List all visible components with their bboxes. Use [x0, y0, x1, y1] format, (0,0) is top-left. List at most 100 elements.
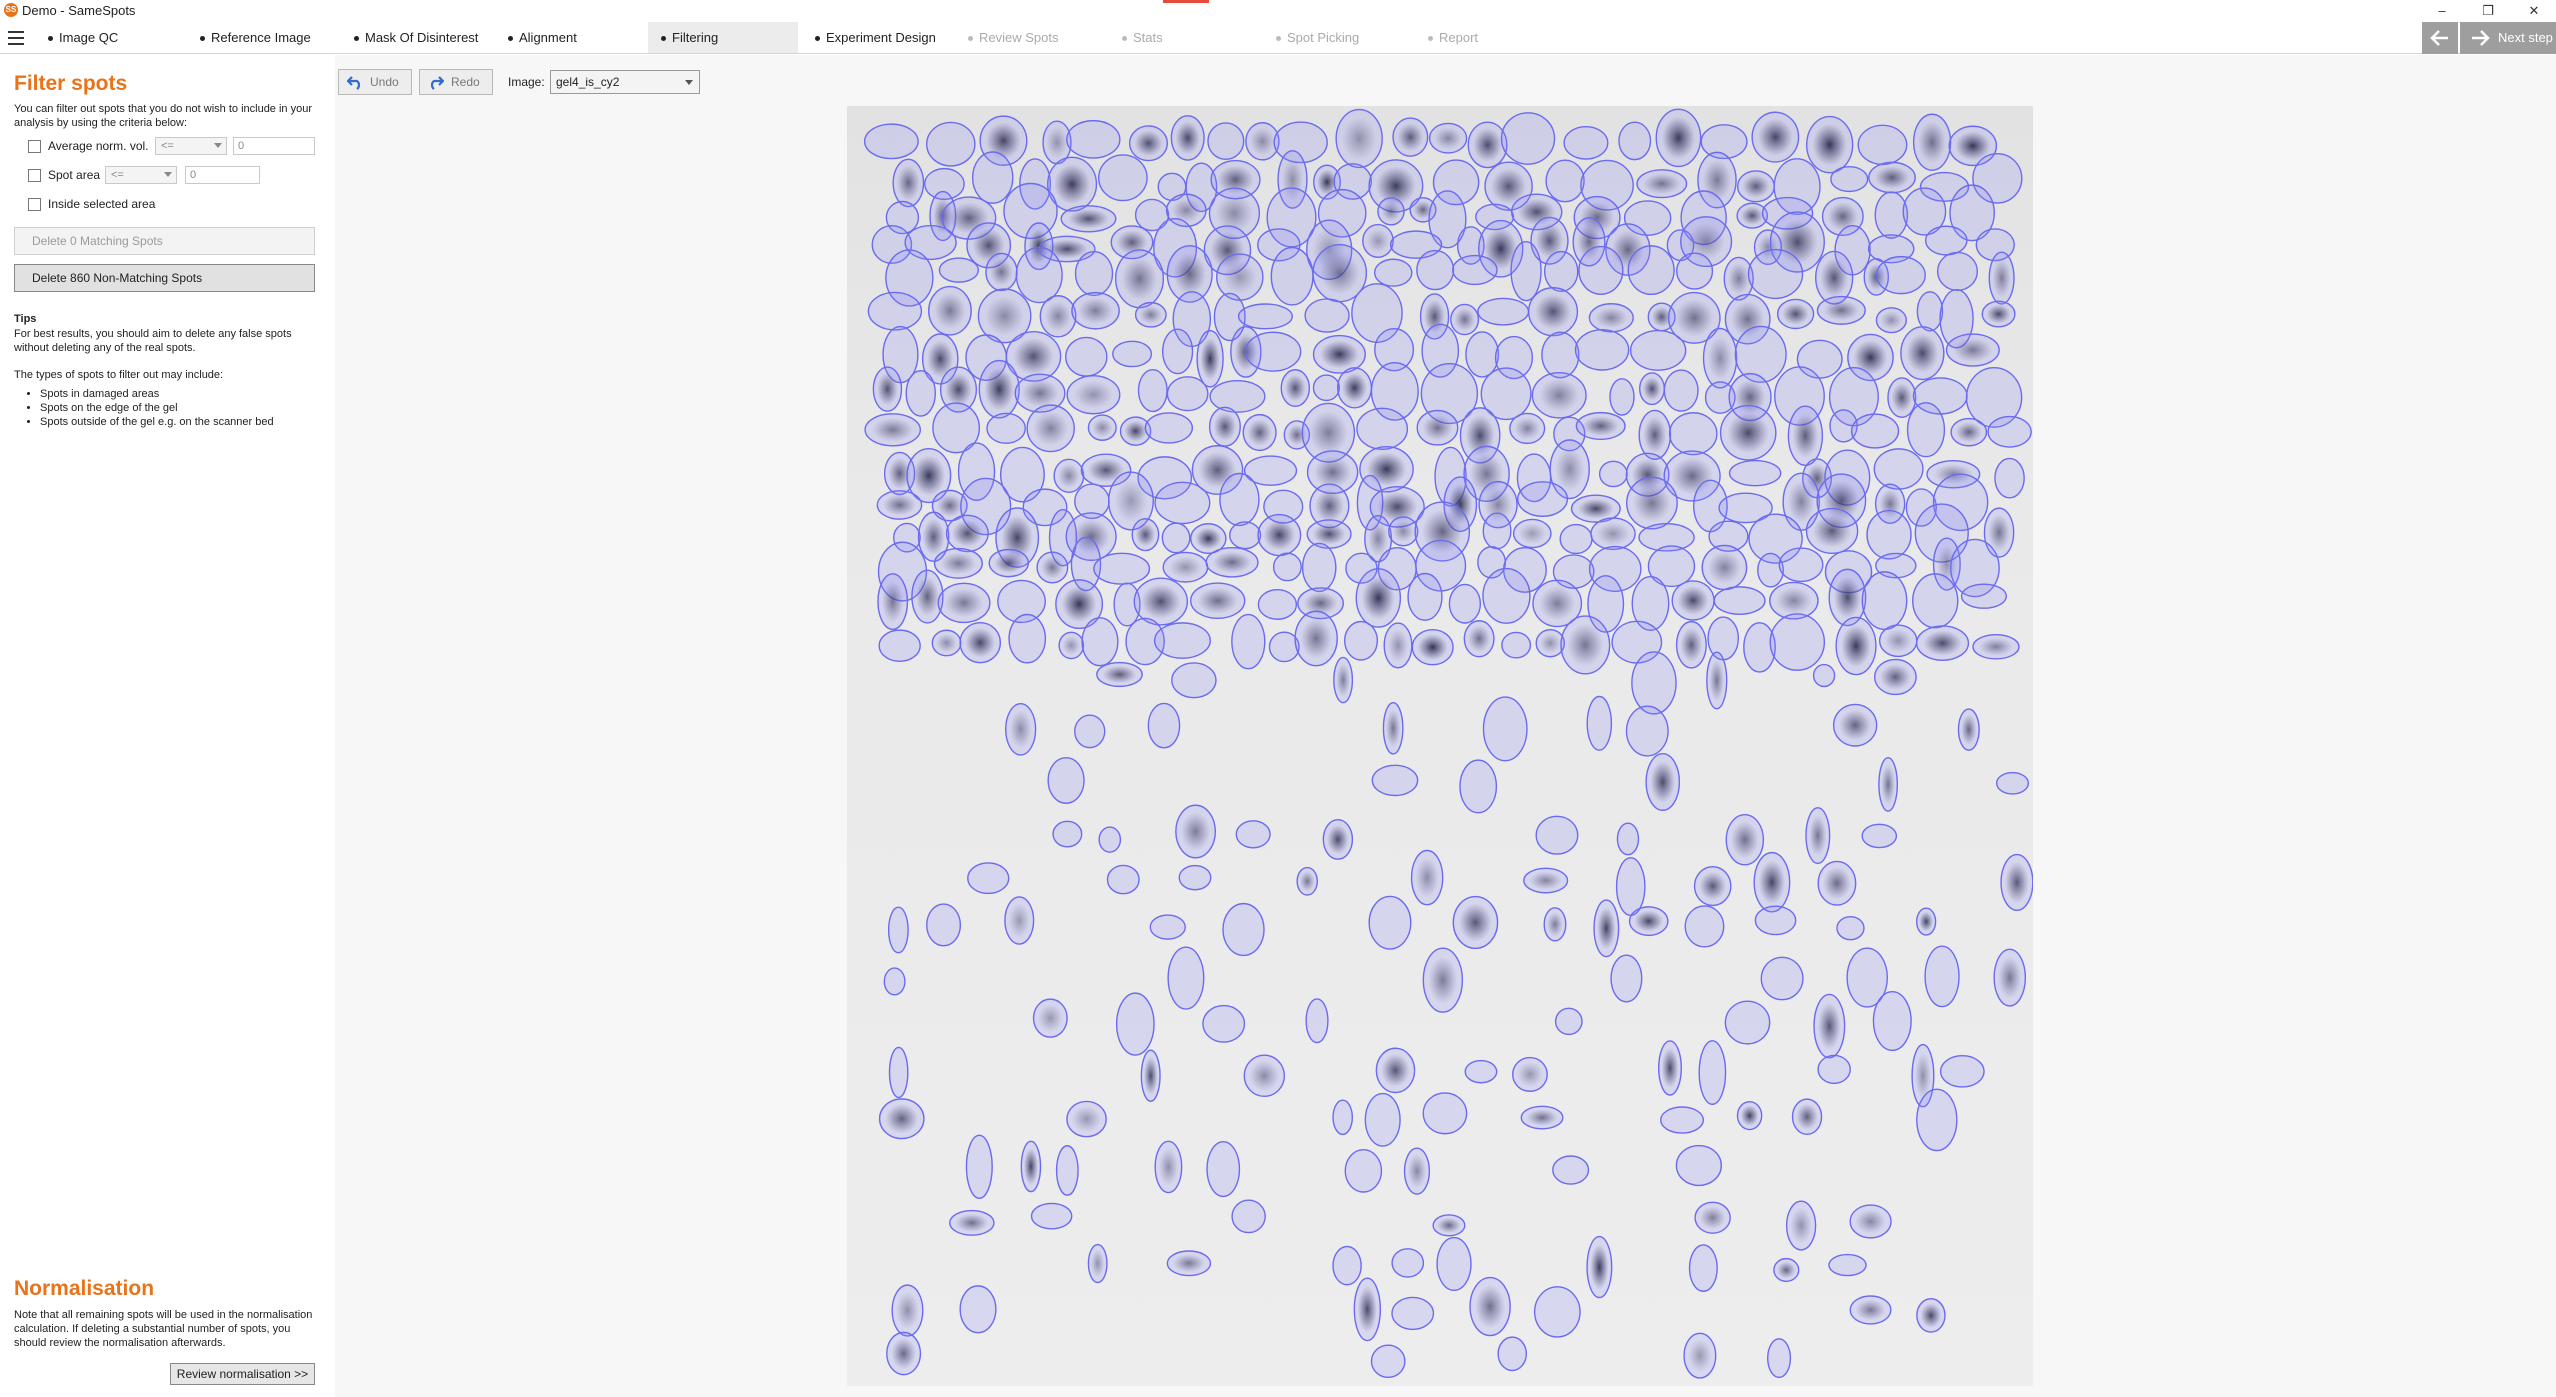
spot-outline[interactable] — [1615, 857, 1646, 917]
spot-outline[interactable] — [1272, 552, 1302, 582]
step-reference-image[interactable]: Reference Image — [200, 22, 311, 53]
spot-outline[interactable] — [1912, 113, 1952, 171]
spot-outline[interactable] — [1428, 122, 1468, 154]
spot-outline[interactable] — [1658, 1040, 1683, 1096]
spot-outline[interactable] — [1915, 625, 1970, 661]
spot-outline[interactable] — [1586, 1235, 1613, 1299]
spot-outline[interactable] — [1639, 372, 1665, 406]
spot-outline[interactable] — [863, 123, 919, 160]
spot-outline[interactable] — [1410, 849, 1444, 906]
spot-outline[interactable] — [1322, 818, 1354, 860]
spot-outline[interactable] — [1355, 568, 1402, 628]
spot-outline[interactable] — [1112, 340, 1153, 368]
spot-outline[interactable] — [1175, 804, 1217, 859]
spot-outline[interactable] — [1684, 905, 1725, 948]
spot-outline[interactable] — [1724, 1000, 1771, 1045]
spot-outline[interactable] — [985, 252, 1018, 292]
spot-outline[interactable] — [959, 1285, 997, 1334]
spot-outline[interactable] — [1945, 333, 2000, 367]
spot-outline[interactable] — [1698, 1040, 1727, 1105]
spot-outline[interactable] — [1995, 771, 2030, 795]
spot-outline[interactable] — [1590, 517, 1636, 551]
spot-outline[interactable] — [1053, 458, 1085, 493]
spot-outline[interactable] — [1900, 326, 1945, 381]
spot-outline[interactable] — [1301, 542, 1337, 593]
spot-outline[interactable] — [1688, 1244, 1718, 1292]
spot-outline[interactable] — [1093, 552, 1151, 585]
spot-outline[interactable] — [1202, 1004, 1246, 1043]
spot-outline[interactable] — [1294, 610, 1338, 667]
spot-outline[interactable] — [959, 621, 1002, 664]
spot-outline[interactable] — [1312, 374, 1340, 402]
spot-outline[interactable] — [1981, 300, 2016, 328]
spot-outline[interactable] — [1039, 295, 1077, 338]
spot-outline[interactable] — [1305, 998, 1329, 1044]
spot-outline[interactable] — [1751, 111, 1800, 163]
spot-outline[interactable] — [978, 359, 1020, 419]
spot-outline[interactable] — [1830, 166, 1869, 193]
spot-outline[interactable] — [1816, 295, 1866, 325]
spot-outline[interactable] — [1015, 246, 1063, 304]
avg-value-input[interactable]: 0 — [233, 137, 315, 155]
step-report[interactable]: Report — [1428, 22, 1478, 53]
spot-outline[interactable] — [1391, 1296, 1435, 1331]
spot-outline[interactable] — [1154, 481, 1211, 525]
spot-outline[interactable] — [1835, 616, 1877, 676]
spot-outline[interactable] — [1916, 1088, 1958, 1152]
spot-outline[interactable] — [967, 862, 1010, 895]
spot-outline[interactable] — [867, 291, 923, 331]
step-review-spots[interactable]: Review Spots — [968, 22, 1058, 53]
spot-outline[interactable] — [1610, 954, 1643, 1003]
spot-outline[interactable] — [1588, 303, 1634, 333]
redo-button[interactable]: Redo — [419, 69, 493, 95]
spot-outline[interactable] — [1872, 991, 1912, 1052]
spot-outline[interactable] — [1660, 1106, 1705, 1134]
spot-outline[interactable] — [1383, 622, 1413, 669]
spot-outline[interactable] — [1353, 1277, 1382, 1342]
image-select[interactable]: gel4_is_cy2 — [550, 70, 700, 94]
spot-outline[interactable] — [886, 1331, 922, 1376]
spot-outline[interactable] — [1719, 404, 1777, 461]
spot-outline[interactable] — [1972, 634, 2020, 660]
spot-outline[interactable] — [1222, 902, 1265, 957]
spot-outline[interactable] — [1523, 867, 1569, 894]
spot-outline[interactable] — [1047, 757, 1085, 804]
spot-outline[interactable] — [1812, 663, 1836, 688]
spot-outline[interactable] — [1377, 197, 1405, 226]
spot-outline[interactable] — [1836, 915, 1865, 941]
spot-outline[interactable] — [926, 903, 962, 947]
spot-outline[interactable] — [1081, 617, 1119, 667]
spot-outline[interactable] — [1005, 702, 1037, 756]
spot-outline[interactable] — [1535, 628, 1566, 658]
spot-outline[interactable] — [1066, 119, 1121, 159]
spot-outline[interactable] — [1626, 476, 1678, 530]
spot-outline[interactable] — [1304, 298, 1350, 333]
spot-outline[interactable] — [1713, 586, 1766, 615]
avg-operator-select[interactable]: <= — [155, 137, 227, 155]
spot-outline[interactable] — [1432, 1214, 1466, 1237]
area-value-input[interactable]: 0 — [185, 166, 260, 184]
spot-outline[interactable] — [878, 1098, 925, 1140]
spot-outline[interactable] — [1520, 1105, 1564, 1130]
spot-outline[interactable] — [1541, 331, 1580, 379]
spot-outline[interactable] — [1237, 303, 1293, 330]
area-operator-select[interactable]: <= — [105, 166, 177, 184]
spot-outline[interactable] — [1231, 1199, 1266, 1234]
spot-outline[interactable] — [1392, 117, 1429, 157]
spot-outline[interactable] — [1616, 822, 1640, 856]
spot-outline[interactable] — [1707, 616, 1740, 661]
spot-outline[interactable] — [965, 1134, 993, 1199]
spot-outline[interactable] — [1675, 1144, 1723, 1187]
spot-outline[interactable] — [1586, 695, 1613, 751]
spot-outline[interactable] — [1087, 414, 1117, 441]
spot-outline[interactable] — [1849, 1204, 1892, 1239]
spot-outline[interactable] — [1115, 992, 1155, 1056]
spot-outline[interactable] — [1137, 368, 1168, 413]
spot-outline[interactable] — [1850, 413, 1900, 449]
spot-outline[interactable] — [1791, 1098, 1823, 1136]
spot-outline[interactable] — [1501, 631, 1532, 659]
step-alignment[interactable]: Alignment — [508, 22, 577, 53]
spot-outline[interactable] — [938, 257, 980, 283]
spot-outline[interactable] — [1887, 377, 1917, 418]
spot-outline[interactable] — [1805, 807, 1831, 865]
